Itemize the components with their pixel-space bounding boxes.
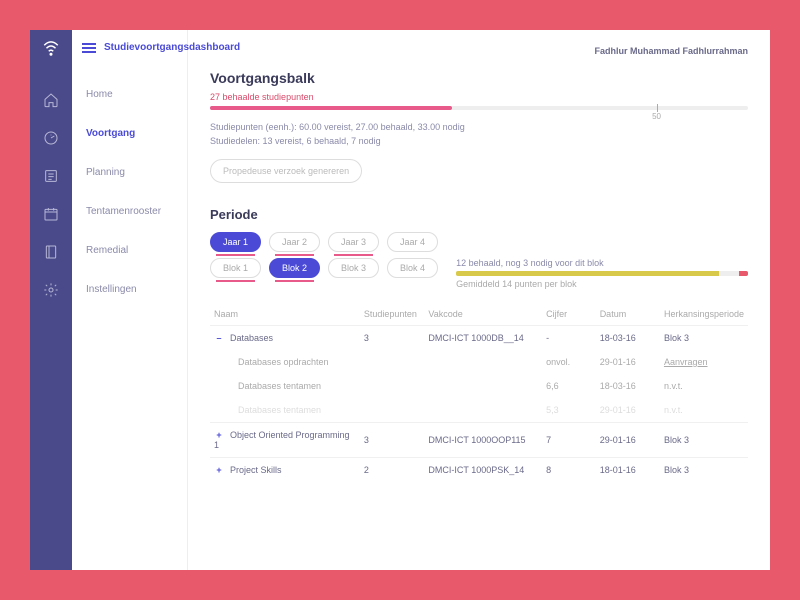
sidebar: Studievoortgangsdashboard Home Voortgang… xyxy=(72,30,188,570)
app-logo-icon xyxy=(42,40,60,63)
generate-request-button[interactable]: Propedeuse verzoek genereren xyxy=(210,159,362,183)
cell-cijfer: 6,6 xyxy=(542,374,596,398)
cell-herk: Blok 3 xyxy=(660,457,748,482)
block-bar-label: 12 behaald, nog 3 nodig voor dit blok xyxy=(456,258,748,268)
cell-herk: n.v.t. xyxy=(660,374,748,398)
sidebar-item-voortgang[interactable]: Voortgang xyxy=(72,114,187,153)
cell-sp: 3 xyxy=(360,325,425,350)
remedial-icon[interactable] xyxy=(42,243,60,261)
username: Fadhlur Muhammad Fadhlurrahman xyxy=(594,46,748,56)
sidebar-item-planning[interactable]: Planning xyxy=(72,153,187,192)
cell-datum: 29-01-16 xyxy=(596,350,660,374)
pill-jaar-3[interactable]: Jaar 3 xyxy=(328,232,379,252)
home-icon[interactable] xyxy=(42,91,60,109)
block-pills: Blok 1 Blok 2 Blok 3 Blok 4 xyxy=(210,258,438,278)
cell-datum: 29-01-16 xyxy=(596,422,660,457)
th-herk: Herkansingsperiode xyxy=(660,303,748,326)
cell-code: DMCI-ICT 1000PSK_14 xyxy=(424,457,542,482)
th-sp: Studiepunten xyxy=(360,303,425,326)
th-code: Vakcode xyxy=(424,303,542,326)
cell-naam: –Databases xyxy=(210,325,360,350)
expand-toggle[interactable]: + xyxy=(214,430,224,440)
cell-naam: +Project Skills xyxy=(210,457,360,482)
progress-info: Studiepunten (eenh.): 60.00 vereist, 27.… xyxy=(210,120,748,149)
info-line-2: Studiedelen: 13 vereist, 6 behaald, 7 no… xyxy=(210,134,748,148)
table-row: –Databases3DMCI-ICT 1000DB__14-18-03-16B… xyxy=(210,325,748,350)
pill-blok-1[interactable]: Blok 1 xyxy=(210,258,261,278)
pill-blok-2[interactable]: Blok 2 xyxy=(269,258,320,278)
cell-naam: Databases tentamen xyxy=(210,398,360,423)
cell-cijfer: 7 xyxy=(542,422,596,457)
cell-herk: n.v.t. xyxy=(660,398,748,423)
calendar-icon[interactable] xyxy=(42,205,60,223)
cell-sp: 3 xyxy=(360,422,425,457)
info-line-1: Studiepunten (eenh.): 60.00 vereist, 27.… xyxy=(210,120,748,134)
cell-datum: 29-01-16 xyxy=(596,398,660,423)
table-row: +Project Skills2DMCI-ICT 1000PSK_14818-0… xyxy=(210,457,748,482)
sidebar-item-home[interactable]: Home xyxy=(72,75,187,114)
cell-cijfer: - xyxy=(542,325,596,350)
expand-toggle[interactable]: – xyxy=(214,333,224,343)
block-bar-fill xyxy=(456,271,719,276)
table-row: +Object Oriented Programming 13DMCI-ICT … xyxy=(210,422,748,457)
cell-sp: 2 xyxy=(360,457,425,482)
pill-blok-4[interactable]: Blok 4 xyxy=(387,258,438,278)
pill-jaar-1[interactable]: Jaar 1 xyxy=(210,232,261,252)
th-naam: Naam xyxy=(210,303,360,326)
progress-tick-label: 50 xyxy=(652,112,661,121)
cell-cijfer: 5,3 xyxy=(542,398,596,423)
table-row: Databases tentamen 6,618-03-16n.v.t. xyxy=(210,374,748,398)
period-title: Periode xyxy=(210,207,748,222)
sidebar-item-remedial[interactable]: Remedial xyxy=(72,231,187,270)
topbar: Fadhlur Muhammad Fadhlurrahman xyxy=(210,40,748,70)
cell-cijfer: 8 xyxy=(542,457,596,482)
cell-code: DMCI-ICT 1000OOP115 xyxy=(424,422,542,457)
nav-list: Home Voortgang Planning Tentamenrooster … xyxy=(72,75,187,309)
pill-blok-3[interactable]: Blok 3 xyxy=(328,258,379,278)
settings-icon[interactable] xyxy=(42,281,60,299)
progress-title: Voortgangsbalk xyxy=(210,70,748,86)
cell-datum: 18-03-16 xyxy=(596,374,660,398)
progress-tick xyxy=(657,104,658,112)
planning-icon[interactable] xyxy=(42,167,60,185)
sidebar-header: Studievoortgangsdashboard xyxy=(72,30,187,65)
table-header-row: Naam Studiepunten Vakcode Cijfer Datum H… xyxy=(210,303,748,326)
th-cijfer: Cijfer xyxy=(542,303,596,326)
dashboard-icon[interactable] xyxy=(42,129,60,147)
table-row: Databases opdrachten onvol.29-01-16Aanvra… xyxy=(210,350,748,374)
cell-naam: +Object Oriented Programming 1 xyxy=(210,422,360,457)
year-pills: Jaar 1 Jaar 2 Jaar 3 Jaar 4 xyxy=(210,232,748,252)
block-bar-sub: Gemiddeld 14 punten per blok xyxy=(456,279,748,289)
cell-datum: 18-03-16 xyxy=(596,325,660,350)
sidebar-item-tentamenrooster[interactable]: Tentamenrooster xyxy=(72,192,187,231)
block-bar xyxy=(456,271,748,276)
block-progress: 12 behaald, nog 3 nodig voor dit blok Ge… xyxy=(456,258,748,289)
cell-datum: 18-01-16 xyxy=(596,457,660,482)
table-row: Databases tentamen 5,329-01-16n.v.t. xyxy=(210,398,748,423)
expand-toggle[interactable]: + xyxy=(214,465,224,475)
cell-naam: Databases tentamen xyxy=(210,374,360,398)
courses-table: Naam Studiepunten Vakcode Cijfer Datum H… xyxy=(210,303,748,482)
cell-naam: Databases opdrachten xyxy=(210,350,360,374)
pill-jaar-4[interactable]: Jaar 4 xyxy=(387,232,438,252)
cell-cijfer: onvol. xyxy=(542,350,596,374)
main-content: Fadhlur Muhammad Fadhlurrahman Voortgang… xyxy=(188,30,770,570)
cell-code: DMCI-ICT 1000DB__14 xyxy=(424,325,542,350)
progress-fill xyxy=(210,106,452,110)
cell-herk[interactable]: Aanvragen xyxy=(660,350,748,374)
app-window: Studievoortgangsdashboard Home Voortgang… xyxy=(30,30,770,570)
progress-bar: 50 xyxy=(210,106,748,110)
hamburger-icon[interactable] xyxy=(82,43,96,53)
block-bar-overflow xyxy=(739,271,748,276)
th-datum: Datum xyxy=(596,303,660,326)
pill-jaar-2[interactable]: Jaar 2 xyxy=(269,232,320,252)
sidebar-item-instellingen[interactable]: Instellingen xyxy=(72,270,187,309)
cell-herk: Blok 3 xyxy=(660,325,748,350)
progress-subtitle: 27 behaalde studiepunten xyxy=(210,92,748,102)
icon-rail xyxy=(30,30,72,570)
cell-herk: Blok 3 xyxy=(660,422,748,457)
